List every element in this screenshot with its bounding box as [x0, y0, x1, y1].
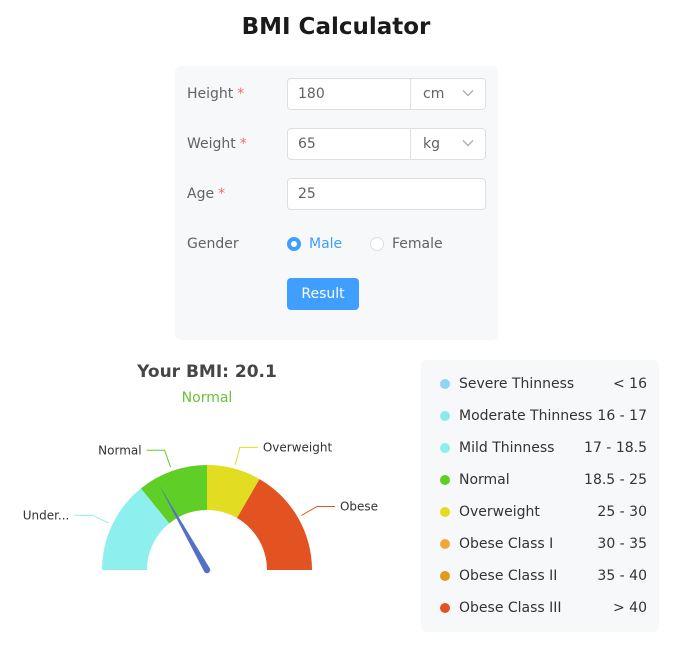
weight-field: kg	[287, 128, 486, 160]
legend-name: Overweight	[459, 504, 540, 520]
legend-range: 30 - 35	[597, 536, 647, 552]
legend-item: Overweight 25 - 30	[421, 502, 659, 522]
gauge-label-line	[301, 506, 335, 516]
legend-range: 18.5 - 25	[584, 472, 647, 488]
chevron-down-icon	[462, 90, 474, 97]
age-field	[287, 178, 486, 210]
legend-dot	[440, 507, 450, 517]
legend-dot	[440, 475, 450, 485]
age-label: Age *	[187, 186, 226, 202]
legend-name: Obese Class I	[459, 536, 554, 552]
radio-dot	[370, 237, 384, 251]
weight-row: Weight* kg	[175, 128, 498, 160]
legend-dot	[440, 443, 450, 453]
height-label: Height *	[187, 86, 245, 102]
legend-name: Moderate Thinness	[459, 408, 593, 424]
weight-label: Weight *	[187, 136, 247, 152]
legend-name: Obese Class II	[459, 568, 558, 584]
legend-range: 25 - 30	[597, 504, 647, 520]
required-mark: *	[239, 136, 247, 152]
bmi-category: Normal	[181, 390, 233, 406]
legend-item: Mild Thinness 17 - 18.5	[421, 438, 659, 458]
legend-item: Obese Class II 35 - 40	[421, 566, 659, 586]
chevron-down-icon	[462, 140, 474, 147]
legend-range: 35 - 40	[597, 568, 647, 584]
legend-item: Obese Class III > 40	[421, 598, 659, 618]
age-row: Age *	[175, 178, 498, 210]
height-input[interactable]	[288, 79, 410, 109]
legend-range: < 16	[613, 376, 647, 392]
height-unit-select[interactable]: cm	[410, 79, 485, 109]
gauge-label: Under...	[23, 508, 70, 522]
legend-dot	[440, 539, 450, 549]
gauge-label: Normal	[98, 443, 141, 457]
height-row: Height* cm	[175, 78, 498, 110]
legend-name: Severe Thinness	[459, 376, 575, 392]
bmi-legend: Severe Thinness < 16 Moderate Thinness 16 -…	[421, 360, 659, 632]
gauge-label: Obese	[340, 500, 378, 514]
legend-item: Normal 18.5 - 25	[421, 470, 659, 490]
required-mark: *	[237, 86, 245, 102]
legend-name: Normal	[459, 472, 510, 488]
legend-dot	[440, 571, 450, 581]
gender-label: Gender	[187, 236, 239, 252]
height-unit-value: cm	[423, 86, 445, 102]
legend-range: 16 - 17	[597, 408, 647, 424]
bmi-form: Height* cm Weight* kg Age* Gender Ma	[175, 66, 498, 340]
legend-range: 17 - 18.5	[584, 440, 647, 456]
legend-item: Moderate Thinness 16 - 17	[421, 406, 659, 426]
legend-dot	[440, 603, 450, 613]
legend-name: Obese Class III	[459, 600, 562, 616]
gauge-label-line	[146, 449, 172, 468]
gauge-label: Overweight	[263, 440, 333, 454]
page-title: BMI Calculator	[241, 14, 431, 40]
legend-item: Obese Class I 30 - 35	[421, 534, 659, 554]
age-input[interactable]	[288, 179, 485, 209]
legend-dot	[440, 379, 450, 389]
radio-dot	[287, 237, 301, 251]
weight-input[interactable]	[288, 129, 410, 159]
gauge-needle-pivot	[203, 566, 211, 574]
required-mark: *	[218, 186, 226, 202]
legend-dot	[440, 411, 450, 421]
gauge-label-line	[234, 446, 258, 465]
legend-range: > 40	[613, 600, 647, 616]
legend-item: Severe Thinness < 16	[421, 374, 659, 394]
bmi-value: Your BMI: 20.1	[137, 362, 277, 382]
legend-name: Mild Thinness	[459, 440, 555, 456]
submit-row: Result	[175, 278, 498, 310]
weight-unit-select[interactable]: kg	[410, 129, 485, 159]
weight-unit-value: kg	[423, 136, 440, 152]
gender-row: Gender Male Female	[175, 228, 498, 260]
height-field: cm	[287, 78, 486, 110]
result-button[interactable]: Result	[287, 278, 359, 310]
radio-male-label: Male	[309, 236, 343, 252]
bmi-gauge: Under... Normal Overweight Obese	[23, 440, 378, 574]
radio-female-label: Female	[392, 236, 443, 252]
gauge-label-line	[74, 514, 109, 524]
